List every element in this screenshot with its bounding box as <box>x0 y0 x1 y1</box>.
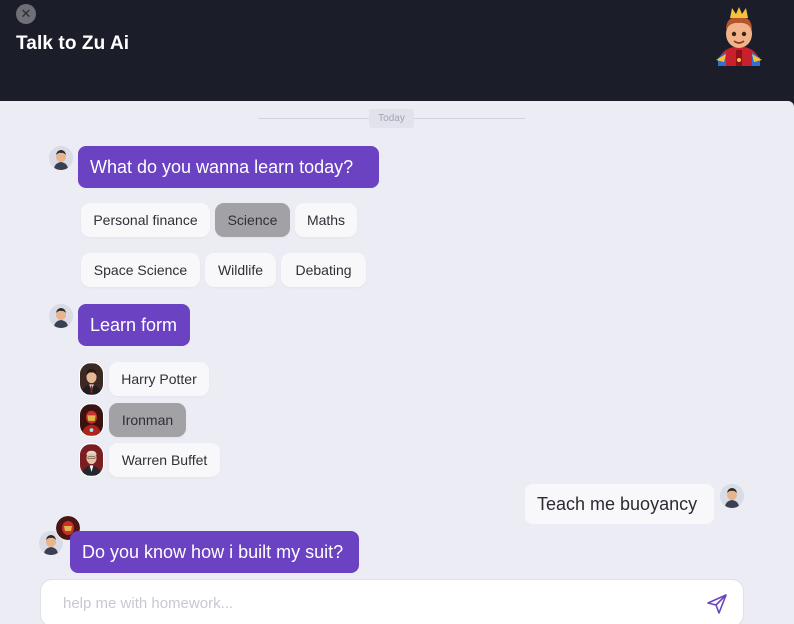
chat-title: Talk to Zu Ai <box>16 33 130 54</box>
topic-chip-science[interactable]: Science <box>215 203 290 237</box>
topic-chip-personal-finance[interactable]: Personal finance <box>81 203 210 237</box>
king-avatar-icon <box>716 7 762 66</box>
bot-message: Do you know how i built my suit? <box>70 531 359 573</box>
bot-avatar-icon <box>49 304 73 328</box>
chat-header: ✕ Talk to Zu Ai <box>0 0 794 108</box>
warren-buffet-avatar <box>79 443 104 477</box>
topic-chip-maths[interactable]: Maths <box>295 203 357 237</box>
topic-chip-debating[interactable]: Debating <box>281 253 366 287</box>
date-divider-line-left <box>258 118 369 119</box>
message-input[interactable] <box>63 592 663 614</box>
send-icon[interactable] <box>705 592 729 616</box>
topic-chip-wildlife[interactable]: Wildlife <box>205 253 276 287</box>
message-composer <box>40 579 744 624</box>
bot-avatar-icon <box>49 146 73 170</box>
mentor-chip-warren-buffet[interactable]: Warren Buffet <box>109 443 220 477</box>
close-icon[interactable]: ✕ <box>16 4 36 24</box>
bot-message: What do you wanna learn today? <box>78 146 379 188</box>
topic-chip-space-science[interactable]: Space Science <box>81 253 200 287</box>
harry-potter-avatar <box>79 362 104 396</box>
mentor-chip-ironman[interactable]: Ironman <box>109 403 186 437</box>
user-message: Teach me buoyancy <box>525 484 714 524</box>
date-divider: Today <box>369 109 414 128</box>
bot-message: Learn form <box>78 304 190 346</box>
mentor-chip-harry-potter[interactable]: Harry Potter <box>109 362 209 396</box>
ironman-avatar <box>79 403 104 437</box>
user-avatar-icon <box>720 484 744 508</box>
date-divider-line-right <box>414 118 525 119</box>
